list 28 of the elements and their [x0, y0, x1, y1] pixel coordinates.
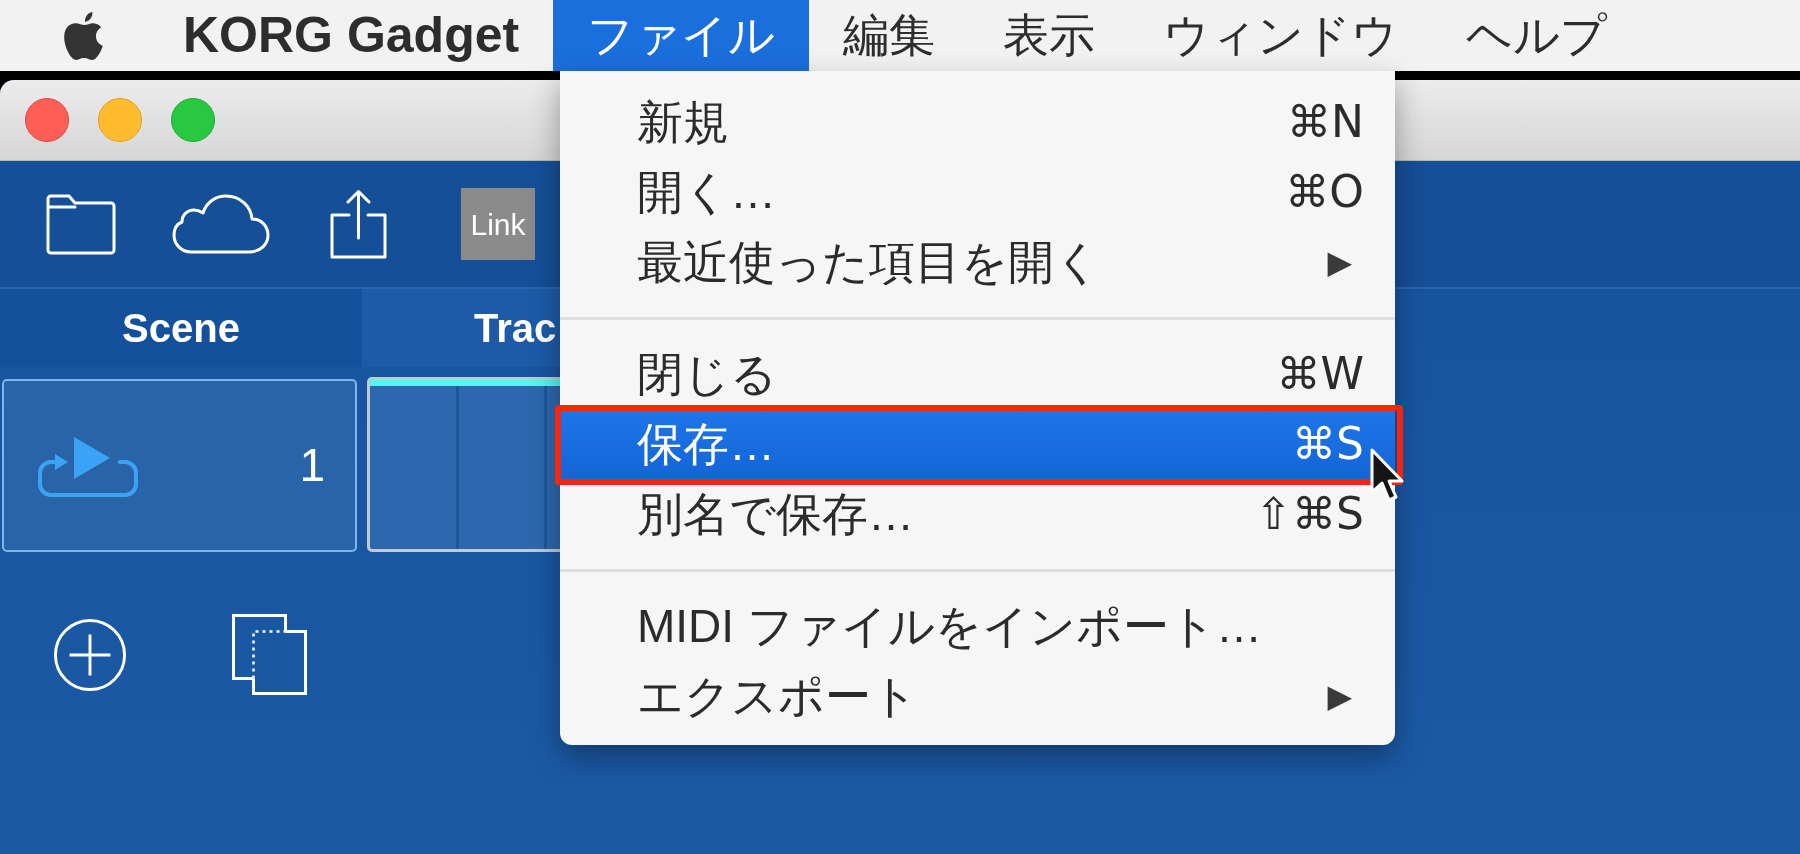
submenu-arrow: ▶ — [1327, 242, 1352, 283]
menu-item[interactable]: MIDI ファイルをインポート… — [560, 591, 1395, 661]
menu-title[interactable]: ヘルプ — [1432, 0, 1642, 71]
cloud-icon[interactable] — [171, 193, 271, 255]
menu-title[interactable]: 表示 — [969, 0, 1130, 71]
keyboard-shortcut: ⇧⌘S — [1255, 487, 1364, 541]
keyboard-shortcut: ⌘O — [1285, 165, 1364, 219]
submenu-arrow: ▶ — [1327, 676, 1352, 717]
menu-title[interactable]: 編集 — [809, 0, 970, 71]
menu-item[interactable]: 新規 ⌘N — [560, 87, 1395, 157]
menu-item[interactable]: 保存… ⌘S — [560, 409, 1395, 479]
share-icon[interactable] — [328, 188, 389, 260]
keyboard-shortcut: ⌘W — [1276, 347, 1364, 401]
close-button[interactable] — [25, 98, 69, 142]
app-name[interactable]: KORG Gadget — [149, 0, 554, 71]
menu-title[interactable]: ウィンドウ — [1129, 0, 1433, 71]
menu-item[interactable]: 開く… ⌘O — [560, 157, 1395, 227]
scene-number: 1 — [299, 438, 325, 493]
keyboard-shortcut: ⌘S — [1292, 417, 1364, 471]
apple-icon[interactable] — [63, 10, 105, 61]
menu-item[interactable]: エクスポート ▶ — [560, 661, 1395, 731]
menu-item[interactable]: 別名で保存… ⇧⌘S — [560, 479, 1395, 549]
duplicate-icon[interactable] — [232, 614, 307, 695]
scene-cell[interactable]: 1 — [2, 379, 357, 552]
keyboard-shortcut: ⌘N — [1287, 95, 1364, 149]
add-circle-icon[interactable] — [53, 617, 127, 692]
menu-title[interactable]: ファイル — [553, 0, 810, 71]
column-header: Scene — [0, 289, 362, 367]
